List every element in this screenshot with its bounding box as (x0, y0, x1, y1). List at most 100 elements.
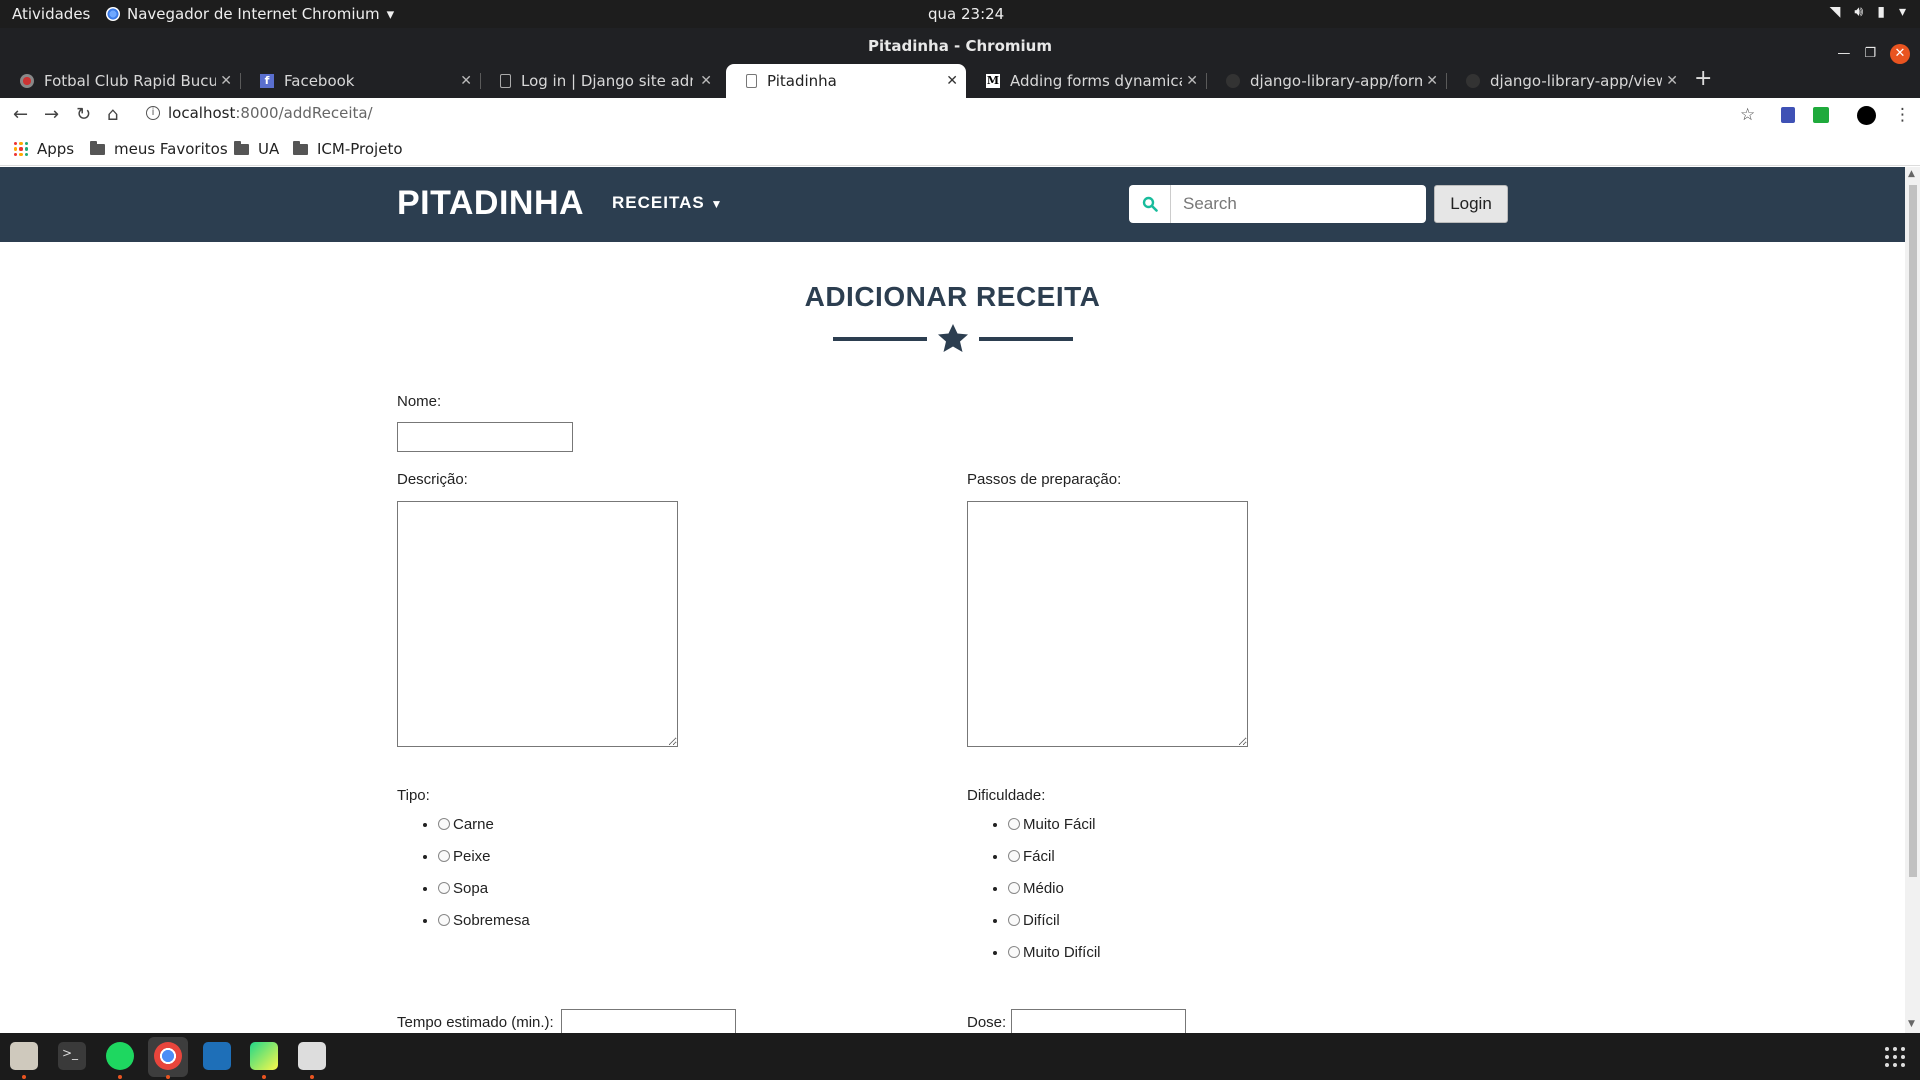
radio-dificil[interactable] (1008, 914, 1020, 926)
volume-icon: 🔊︎ (1854, 4, 1864, 20)
medium-icon: M (986, 74, 1000, 88)
radio-muito-facil[interactable] (1008, 818, 1020, 830)
passos-textarea[interactable] (967, 501, 1248, 747)
list-item[interactable]: Fácil (1008, 848, 1101, 880)
star-divider-icon (833, 324, 1073, 352)
browser-toolbar: ← → ↻ ⌂ i localhost:8000/addReceita/ ☆ ⋮ (0, 98, 1920, 134)
dose-field[interactable] (1011, 1009, 1186, 1033)
caret-down-icon: ▼ (710, 197, 724, 211)
tab-facebook[interactable]: f Facebook ✕ (240, 64, 480, 98)
page-viewport: PITADINHA RECEITAS ▼ Login ADICIONAR REC… (0, 167, 1905, 1033)
tab-label: Adding forms dynamically (1010, 72, 1182, 90)
tab-github-views[interactable]: django-library-app/views ✕ (1446, 64, 1686, 98)
tab-pitadinha[interactable]: Pitadinha ✕ (726, 64, 966, 98)
reload-icon[interactable]: ↻ (76, 104, 91, 125)
list-item[interactable]: Sopa (438, 880, 530, 912)
list-item[interactable]: Peixe (438, 848, 530, 880)
close-tab-icon[interactable]: ✕ (1186, 73, 1198, 89)
radio-label: Sobremesa (453, 912, 530, 929)
bookmark-label: Apps (37, 140, 75, 158)
bookmark-meus-favoritos[interactable]: meus Favoritos (90, 140, 228, 158)
tab-label: django-library-app/forms (1250, 72, 1422, 90)
site-brand[interactable]: PITADINHA (397, 184, 584, 223)
extension-green-icon[interactable] (1813, 107, 1829, 123)
tab-rapid[interactable]: Fotbal Club Rapid Bucure ✕ (0, 64, 240, 98)
nome-field[interactable] (397, 422, 573, 452)
show-applications-icon[interactable] (1885, 1047, 1905, 1067)
extension-bookmark-icon[interactable] (1781, 107, 1795, 123)
list-item[interactable]: Muito Difícil (1008, 944, 1101, 976)
radio-peixe[interactable] (438, 850, 450, 862)
chromium-icon[interactable] (154, 1042, 182, 1070)
files-icon[interactable] (10, 1042, 38, 1070)
radio-sobremesa[interactable] (438, 914, 450, 926)
tab-medium[interactable]: M Adding forms dynamically ✕ (966, 64, 1206, 98)
radio-label: Médio (1023, 880, 1064, 897)
radio-muito-dificil[interactable] (1008, 946, 1020, 958)
search-input[interactable] (1171, 185, 1426, 223)
close-tab-icon[interactable]: ✕ (220, 73, 232, 89)
login-button[interactable]: Login (1434, 185, 1508, 223)
bookmark-apps[interactable]: Apps (14, 140, 74, 158)
clock[interactable]: qua 23:24 (928, 5, 1004, 23)
close-window-icon[interactable]: ✕ (1890, 44, 1910, 64)
address-bar[interactable]: i localhost:8000/addReceita/ (146, 104, 373, 122)
radio-label: Sopa (453, 880, 489, 897)
tab-label: Fotbal Club Rapid Bucure (44, 72, 216, 90)
close-tab-icon[interactable]: ✕ (1666, 73, 1678, 89)
tab-django-admin[interactable]: Log in | Django site admin ✕ (480, 64, 720, 98)
battery-icon: ▮ (1877, 4, 1885, 20)
vscode-icon[interactable] (203, 1042, 231, 1070)
scroll-down-icon[interactable]: ▼ (1908, 1019, 1915, 1029)
page-icon (500, 74, 511, 88)
close-tab-icon[interactable]: ✕ (700, 73, 712, 89)
wifi-icon: ◥ (1829, 4, 1841, 20)
terminal-icon[interactable]: >_ (58, 1042, 86, 1070)
activities-button[interactable]: Atividades (12, 5, 90, 23)
list-item[interactable]: Sobremesa (438, 912, 530, 944)
system-tray[interactable]: ◥ 🔊︎ ▮ ▾ (1830, 4, 1906, 20)
list-item[interactable]: Difícil (1008, 912, 1101, 944)
bookmark-icm-projeto[interactable]: ICM-Projeto (293, 140, 403, 158)
forward-icon[interactable]: → (44, 104, 59, 125)
bookmark-ua[interactable]: UA (234, 140, 279, 158)
radio-facil[interactable] (1008, 850, 1020, 862)
new-tab-button[interactable]: + (1694, 66, 1712, 91)
receitas-dropdown[interactable]: RECEITAS ▼ (612, 193, 723, 213)
radio-carne[interactable] (438, 818, 450, 830)
radio-medio[interactable] (1008, 882, 1020, 894)
list-item[interactable]: Carne (438, 816, 530, 848)
descricao-textarea[interactable] (397, 501, 678, 747)
list-item[interactable]: Muito Fácil (1008, 816, 1101, 848)
radio-sopa[interactable] (438, 882, 450, 894)
close-tab-icon[interactable]: ✕ (946, 73, 958, 89)
tab-label: Facebook (284, 72, 355, 90)
bookmark-star-icon[interactable]: ☆ (1740, 105, 1755, 125)
profile-avatar[interactable] (1857, 106, 1876, 125)
running-indicator (22, 1075, 26, 1079)
page-scrollbar[interactable]: ▲ ▼ (1905, 167, 1920, 1033)
site-info-icon[interactable]: i (146, 106, 160, 120)
apps-grid-icon (14, 142, 28, 156)
radio-label: Carne (453, 816, 494, 833)
list-item[interactable]: Médio (1008, 880, 1101, 912)
window-title-bar: Pitadinha - Chromium — ❐ ✕ (0, 28, 1920, 64)
close-tab-icon[interactable]: ✕ (460, 73, 472, 89)
app-menu[interactable]: Navegador de Internet Chromium ▾ (106, 5, 394, 23)
tab-github-forms[interactable]: django-library-app/forms ✕ (1206, 64, 1446, 98)
spotify-icon[interactable] (106, 1042, 134, 1070)
menu-kebab-icon[interactable]: ⋮ (1894, 105, 1911, 125)
image-viewer-icon[interactable] (298, 1042, 326, 1070)
tempo-label: Tempo estimado (min.): (397, 1014, 554, 1031)
close-tab-icon[interactable]: ✕ (1426, 73, 1438, 89)
home-icon[interactable]: ⌂ (107, 104, 118, 125)
tempo-field[interactable] (561, 1009, 736, 1033)
search-group (1129, 185, 1426, 223)
back-icon[interactable]: ← (13, 104, 28, 125)
radio-label: Muito Difícil (1023, 944, 1101, 961)
chevron-down-icon: ▾ (1898, 4, 1906, 20)
radio-label: Peixe (453, 848, 491, 865)
scroll-up-icon[interactable]: ▲ (1908, 169, 1915, 179)
pycharm-icon[interactable] (250, 1042, 278, 1070)
scrollbar-thumb[interactable] (1909, 185, 1917, 877)
